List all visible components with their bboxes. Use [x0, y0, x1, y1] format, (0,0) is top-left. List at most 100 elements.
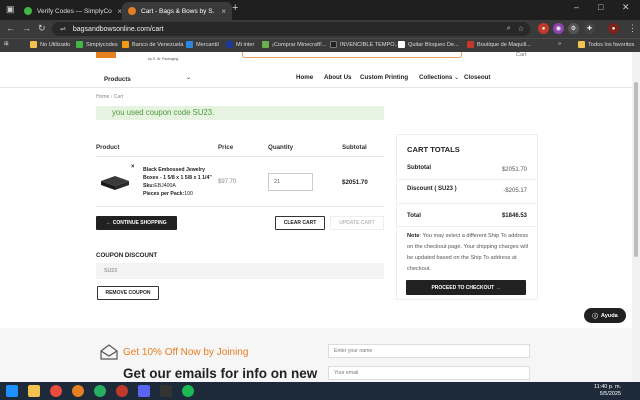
- bookmark-item[interactable]: Simplycodes: [76, 41, 118, 48]
- remove-coupon-button[interactable]: REMOVE COUPON: [97, 286, 159, 300]
- item-subtotal: $2051.70: [342, 179, 368, 186]
- bookmark-item[interactable]: Mi inter: [226, 41, 254, 48]
- bookmark-star-icon[interactable]: ☆: [518, 25, 524, 33]
- coupon-heading: COUPON DISCOUNT: [96, 252, 158, 259]
- profile-avatar[interactable]: ●: [608, 23, 619, 34]
- remove-item-button[interactable]: ×: [131, 164, 135, 170]
- chrome-icon[interactable]: [50, 385, 62, 397]
- logo-mark-icon: [96, 52, 116, 58]
- total-row: Total $1846.53: [407, 213, 527, 219]
- name-input[interactable]: Enter your name: [328, 344, 530, 358]
- nav-closeout[interactable]: Closeout: [464, 74, 490, 81]
- divider: [397, 203, 537, 204]
- file-explorer-icon[interactable]: [28, 385, 40, 397]
- update-cart-button[interactable]: UPDATE CART: [330, 216, 384, 230]
- tab-label: Cart - Bags & Bows by S. W Pa: [141, 7, 216, 15]
- url-field[interactable]: ⇌ bagsandbowsonline.com/cart ⌕ ☆: [52, 22, 530, 36]
- main-navigation: Products ⌄ Home About Us Custom Printing…: [104, 74, 491, 83]
- divider: [397, 226, 537, 227]
- app-icon[interactable]: [160, 385, 172, 397]
- clear-cart-button[interactable]: CLEAR CART: [275, 216, 325, 230]
- close-tab-icon[interactable]: ×: [221, 7, 226, 16]
- header-cart-link[interactable]: Cart: [516, 52, 526, 58]
- search-icon[interactable]: ⌕: [507, 25, 511, 33]
- bookmark-item[interactable]: INVENCIBLE TEMPO...: [330, 41, 399, 48]
- chrome-profile-icon[interactable]: [94, 385, 106, 397]
- reload-icon[interactable]: ↻: [38, 23, 46, 34]
- col-subtotal: Subtotal: [342, 144, 367, 151]
- quantity-input[interactable]: 21: [268, 173, 313, 191]
- extension-icon[interactable]: ●: [538, 23, 549, 34]
- extensions-puzzle-icon[interactable]: ✚: [584, 23, 595, 34]
- cart-totals-panel: CART TOTALS Subtotal $2051.70 Discount (…: [396, 134, 538, 300]
- opera-icon[interactable]: [116, 385, 128, 397]
- breadcrumb-separator: ›: [110, 94, 113, 100]
- tempo-icon: [330, 41, 337, 48]
- extension-icon[interactable]: ⚙: [568, 23, 579, 34]
- proceed-to-checkout-button[interactable]: PROCEED TO CHECKOUT →: [406, 280, 526, 295]
- site-info-icon[interactable]: ⇌: [60, 25, 66, 33]
- folder-icon: [30, 41, 37, 48]
- forward-icon[interactable]: →: [22, 23, 31, 33]
- divider: [96, 206, 384, 207]
- item-price: $97.70: [218, 179, 237, 185]
- firefox-icon[interactable]: [72, 385, 84, 397]
- site-search-input[interactable]: [242, 52, 462, 58]
- clock[interactable]: 11:40 p. m. 5/5/2025: [594, 384, 621, 398]
- tab-simplycodes[interactable]: Verify Codes — SimplyCodes ×: [18, 2, 128, 20]
- product-info: Black Embossed Jewelry Boxes - 1 5/8 x 1…: [143, 166, 213, 198]
- newsletter-offer: Get 10% Off Now by Joining: [123, 347, 249, 358]
- email-input[interactable]: Your email: [328, 366, 530, 380]
- bookmark-item[interactable]: ¡Comprar Minecraft!...: [262, 41, 326, 48]
- breadcrumb: Home › Cart: [96, 94, 123, 100]
- address-bar-row: ← → ↻ ⇌ bagsandbowsonline.com/cart ⌕ ☆ ●…: [0, 20, 640, 38]
- extension-icon[interactable]: ◉: [553, 23, 564, 34]
- continue-shopping-button[interactable]: ← CONTINUE SHOPPING: [96, 216, 177, 230]
- bookmark-item[interactable]: Quitar Bloqueo De...: [398, 41, 459, 48]
- nav-custom-printing[interactable]: Custom Printing: [360, 74, 408, 81]
- col-quantity: Quantity: [268, 144, 294, 151]
- cart-totals-title: CART TOTALS: [407, 145, 460, 154]
- site-logo[interactable]: by S. W. Packaging: [96, 52, 206, 64]
- nav-home[interactable]: Home: [296, 74, 313, 81]
- breadcrumb-current: Cart: [113, 94, 124, 100]
- scrollbar-thumb[interactable]: [634, 82, 638, 257]
- mercantil-icon: [186, 41, 193, 48]
- unlock-icon: [398, 41, 405, 48]
- more-bookmarks-icon[interactable]: »: [558, 41, 561, 47]
- help-button[interactable]: ⓘ Ayuda: [584, 308, 626, 323]
- simplycodes-favicon-icon: [24, 7, 32, 15]
- shipping-note: Note: You may select a different Ship To…: [407, 231, 532, 275]
- maximize-icon[interactable]: □: [598, 2, 603, 12]
- new-tab-button[interactable]: +: [232, 2, 238, 14]
- bookmark-item[interactable]: No Utilizado: [30, 41, 70, 48]
- bookmark-item[interactable]: Mercantil: [186, 41, 219, 48]
- product-image[interactable]: [99, 173, 131, 191]
- breadcrumb-home[interactable]: Home: [96, 94, 109, 100]
- page-scrollbar[interactable]: [632, 52, 640, 382]
- windows-start-icon[interactable]: [6, 385, 18, 397]
- tab-cart[interactable]: Cart - Bags & Bows by S. W Pa ×: [122, 2, 232, 20]
- back-icon[interactable]: ←: [6, 23, 15, 33]
- divider: [96, 156, 384, 157]
- minimize-icon[interactable]: –: [574, 2, 579, 12]
- spotify-icon[interactable]: [182, 385, 194, 397]
- nav-about-us[interactable]: About Us: [324, 74, 352, 81]
- bookmark-item[interactable]: Banco de Venezuela: [122, 41, 183, 48]
- product-name[interactable]: Black Embossed Jewelry Boxes - 1 5/8 x 1…: [143, 166, 213, 182]
- subtotal-row: Subtotal $2051.70: [407, 165, 527, 173]
- close-window-icon[interactable]: ✕: [622, 2, 630, 13]
- all-bookmarks[interactable]: Todos los favoritos: [578, 41, 634, 48]
- bank-icon: [122, 41, 129, 48]
- pieces-label: Pieces per Pack:: [143, 191, 185, 197]
- discord-icon[interactable]: [138, 385, 150, 397]
- bookmark-item[interactable]: Boutique de Maquill...: [467, 41, 531, 48]
- browser-menu-icon[interactable]: ⋮: [628, 23, 637, 34]
- sku-label: Sku:: [143, 183, 155, 189]
- minecraft-icon: [262, 41, 269, 48]
- coupon-field[interactable]: SU23: [96, 263, 384, 279]
- apps-icon[interactable]: ⊞: [4, 41, 9, 47]
- nav-collections[interactable]: Collections: [419, 74, 452, 81]
- tab-menu-icon[interactable]: ▣: [6, 4, 15, 15]
- help-label: Ayuda: [600, 312, 618, 319]
